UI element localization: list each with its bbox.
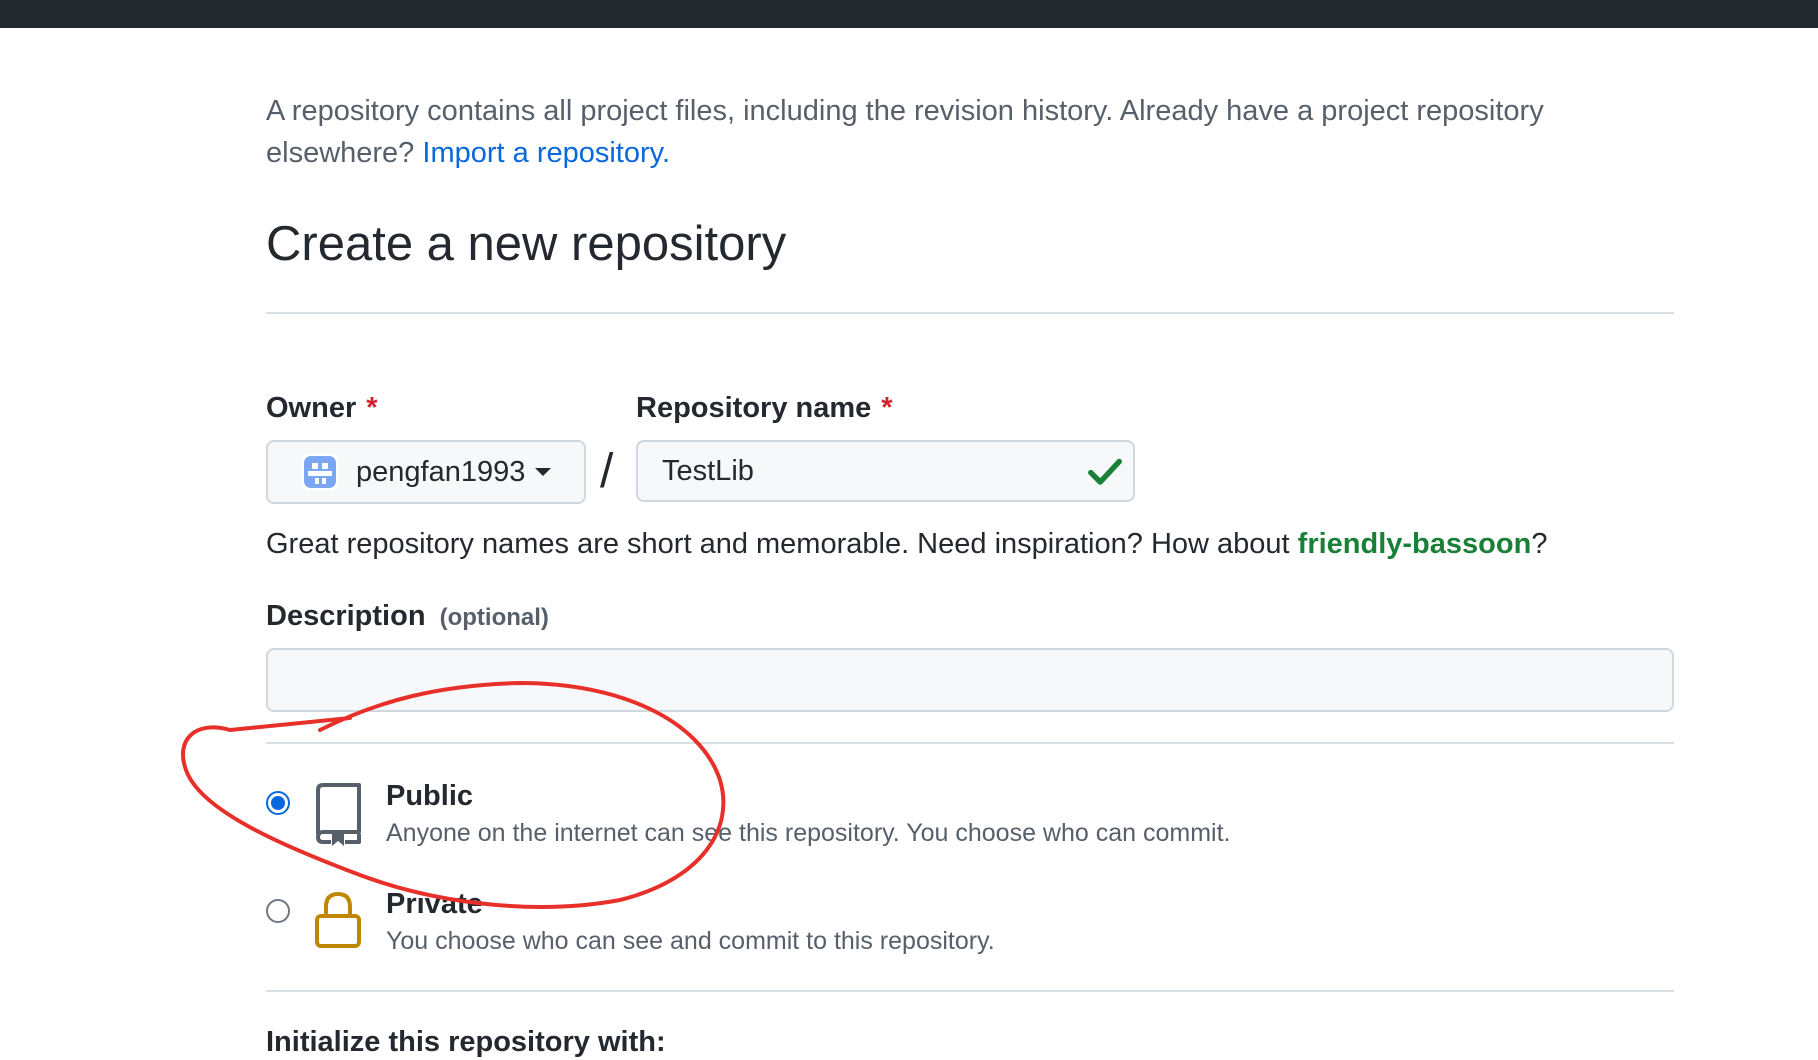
caret-down-icon [535, 468, 552, 476]
required-mark: * [881, 392, 893, 424]
owner-avatar [302, 454, 338, 490]
intro-text: A repository contains all project files,… [266, 90, 1666, 174]
owner-repo-separator: / [600, 445, 614, 498]
private-title: Private [386, 888, 483, 920]
required-mark: * [366, 392, 378, 424]
owner-name: pengfan1993 [356, 455, 526, 488]
owner-label-text: Owner [266, 392, 357, 424]
description-input[interactable] [266, 648, 1674, 712]
private-radio[interactable] [266, 899, 290, 923]
name-hint-text: Great repository names are short and mem… [266, 528, 1290, 560]
initialize-title: Initialize this repository with: [266, 1026, 666, 1058]
title-divider [266, 312, 1674, 314]
lock-icon [315, 891, 361, 948]
optional-tag: (optional) [439, 604, 549, 631]
public-radio[interactable] [266, 791, 290, 815]
top-nav-bar [0, 0, 1818, 28]
page-title: Create a new repository [266, 217, 787, 271]
repo-icon [316, 783, 361, 846]
name-hint: Great repository names are short and mem… [266, 526, 1547, 562]
visibility-divider [266, 742, 1674, 744]
repo-name-label-text: Repository name [636, 392, 872, 424]
import-repository-link[interactable]: Import a repository. [422, 137, 670, 169]
description-label-text: Description [266, 600, 426, 632]
public-description: Anyone on the internet can see this repo… [386, 819, 1231, 847]
owner-dropdown[interactable]: pengfan1993 [266, 440, 586, 504]
suggested-name-link[interactable]: friendly-bassoon [1298, 528, 1532, 560]
repo-name-label: Repository name * [636, 390, 893, 426]
public-title: Public [386, 780, 474, 812]
owner-label: Owner * [266, 390, 378, 426]
check-icon [1088, 458, 1122, 485]
private-description: You choose who can see and commit to thi… [386, 927, 995, 955]
initialize-divider [266, 990, 1674, 992]
description-label: Description (optional) [266, 598, 549, 636]
name-hint-suffix: ? [1531, 528, 1548, 560]
repository-name-input[interactable] [636, 440, 1135, 502]
